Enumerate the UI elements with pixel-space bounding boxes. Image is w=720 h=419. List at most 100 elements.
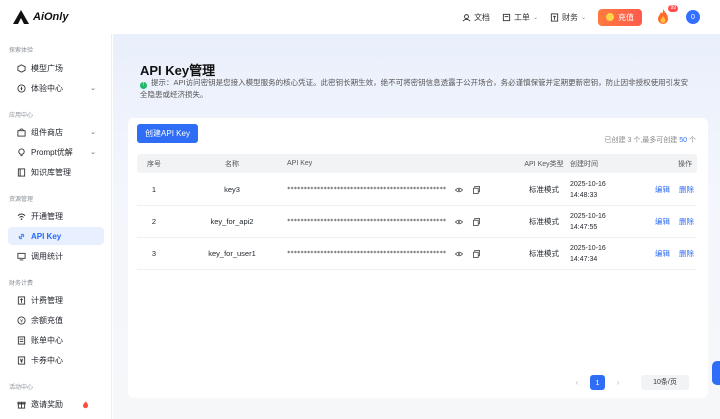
tickets-menu[interactable]: 工单 ⌄ xyxy=(502,12,538,23)
row-time: 2025-10-16 14:47:55 xyxy=(570,206,630,237)
delete-button[interactable]: 删除 xyxy=(679,248,694,259)
hot-fire-icon xyxy=(83,400,88,408)
sidebar-item-label: 开通管理 xyxy=(31,211,63,221)
create-api-key-button[interactable]: 创建API Key xyxy=(137,124,198,143)
row-clock: 14:48:33 xyxy=(570,191,598,199)
header-time: 创建时间 xyxy=(570,160,598,168)
page-size-select[interactable]: 10条/页 xyxy=(641,374,689,390)
sidebar-item-bills[interactable]: 账单中心 xyxy=(8,331,104,349)
sidebar-item-knowledge[interactable]: 知识库管理 xyxy=(8,163,104,181)
sidebar-item-label: API Key xyxy=(31,231,62,241)
coupon-icon xyxy=(17,355,26,365)
row-ops: 编辑 删除 xyxy=(642,174,697,205)
notify-badge: 99 xyxy=(668,5,678,12)
compass-icon xyxy=(17,83,26,93)
tickets-label: 工单 xyxy=(513,12,530,22)
floating-side-tab[interactable] xyxy=(712,361,720,385)
row-type: 标准模式 xyxy=(529,249,559,258)
copy-icon[interactable] xyxy=(471,206,481,237)
quota-suffix: 个 xyxy=(689,137,696,144)
sidebar-item-label: 组件商店 xyxy=(31,127,63,137)
group-title-resources: 资源管理 xyxy=(9,197,34,203)
tip-text: 提示：API访问密钥是您接入模型服务的核心凭证。此密钥长期生效，绝不可将密钥信息… xyxy=(140,78,689,99)
group-title-apps: 应用中心 xyxy=(9,113,34,119)
row-index: 3 xyxy=(151,249,157,258)
sidebar-item-label: Prompt优解 xyxy=(31,147,73,157)
sidebar-item-coupons[interactable]: 卡券中心 xyxy=(8,351,104,369)
quota-max: 50 xyxy=(679,137,688,144)
group-title-explore: 探索体验 xyxy=(9,48,34,54)
sidebar-item-prompt[interactable]: Prompt优解 ⌄ xyxy=(8,143,104,161)
chevron-down-icon: ⌄ xyxy=(580,14,586,21)
sidebar-item-label: 计费管理 xyxy=(31,295,63,305)
next-page-icon[interactable]: › xyxy=(609,378,627,387)
sidebar-item-model-square[interactable]: 模型广场 xyxy=(8,59,104,77)
delete-button[interactable]: 删除 xyxy=(679,184,694,195)
sidebar-item-invite[interactable]: 邀请奖励 xyxy=(8,395,104,413)
billing-icon xyxy=(17,295,26,305)
sidebar-item-usage-stats[interactable]: 调用统计 xyxy=(8,247,104,265)
edit-button[interactable]: 编辑 xyxy=(655,216,670,227)
row-ops: 编辑 删除 xyxy=(642,206,697,237)
top-bar: AiOnly 文档 工单 ⌄ 财务 ⌄ 充值 99 0 xyxy=(0,0,720,34)
row-name: key_for_user1 xyxy=(208,249,256,258)
sidebar-item-label: 卡券中心 xyxy=(31,355,63,365)
sidebar-item-label: 余额充值 xyxy=(31,315,63,325)
eye-icon[interactable] xyxy=(454,238,464,269)
row-time: 2025-10-16 14:47:34 xyxy=(570,238,630,269)
avatar[interactable]: 0 xyxy=(686,10,700,24)
sidebar-item-component-store[interactable]: 组件商店 ⌄ xyxy=(8,123,104,141)
api-key-card: 创建API Key 已创建 3 个,最多可创建 50 个 序号 名称 API K… xyxy=(128,118,708,398)
header-key: API Key xyxy=(287,160,313,167)
row-clock: 14:47:55 xyxy=(570,223,598,231)
sidebar: 探索体验 模型广场 体验中心 ⌄ 应用中心 组件商店 ⌄ Prompt优解 ⌄ … xyxy=(0,34,112,419)
delete-button[interactable]: 删除 xyxy=(679,216,694,227)
eye-icon[interactable] xyxy=(454,206,464,237)
sidebar-item-label: 模型广场 xyxy=(31,63,63,73)
copy-icon[interactable] xyxy=(471,238,481,269)
finance-label: 财务 xyxy=(561,12,578,22)
group-title-finance: 财务计费 xyxy=(9,281,34,287)
finance-menu[interactable]: 财务 ⌄ xyxy=(550,12,586,23)
sidebar-item-label: 体验中心 xyxy=(31,83,63,93)
edit-button[interactable]: 编辑 xyxy=(655,248,670,259)
prev-page-icon[interactable]: ‹ xyxy=(568,378,586,387)
quota-mid: 个,最多可创建 xyxy=(633,137,678,144)
eye-icon[interactable] xyxy=(454,174,464,205)
finance-icon xyxy=(550,12,559,22)
quota-text: 已创建 3 个,最多可创建 50 个 xyxy=(605,135,696,145)
sidebar-item-experience[interactable]: 体验中心 ⌄ xyxy=(8,79,104,97)
sidebar-item-label: 知识库管理 xyxy=(31,167,71,177)
gift-icon xyxy=(17,401,26,409)
header-name: 名称 xyxy=(225,160,239,168)
brand-logo[interactable]: AiOnly xyxy=(12,9,68,25)
row-index: 2 xyxy=(151,217,157,226)
row-ops: 编辑 删除 xyxy=(642,238,697,269)
docs-link[interactable]: 文档 xyxy=(462,12,490,23)
sidebar-item-label: 账单中心 xyxy=(31,335,63,345)
sidebar-item-balance[interactable]: ¥ 余额充值 xyxy=(8,311,104,329)
row-name: key_for_api2 xyxy=(210,217,254,226)
header-index: 序号 xyxy=(147,160,161,168)
svg-text:¥: ¥ xyxy=(20,318,23,324)
row-time: 2025-10-16 14:48:33 xyxy=(570,174,630,205)
row-name: key3 xyxy=(224,185,240,194)
coin-icon xyxy=(606,13,614,21)
sidebar-item-api-key[interactable]: API Key xyxy=(8,227,104,245)
coin-icon: ¥ xyxy=(17,315,26,325)
page-current[interactable]: 1 xyxy=(590,374,605,390)
recharge-button[interactable]: 充值 xyxy=(598,8,642,26)
sidebar-item-activation[interactable]: 开通管理 xyxy=(8,207,104,225)
sidebar-item-label: 调用统计 xyxy=(31,251,63,261)
row-clock: 14:47:34 xyxy=(570,255,598,263)
activity-fire-button[interactable]: 99 xyxy=(656,5,678,26)
row-date: 2025-10-16 xyxy=(570,180,606,188)
table-row: 1 key3 *********************************… xyxy=(137,174,697,206)
edit-button[interactable]: 编辑 xyxy=(655,184,670,195)
copy-icon[interactable] xyxy=(471,174,481,205)
cube-icon xyxy=(17,63,26,73)
sidebar-item-label: 邀请奖励 xyxy=(31,399,63,409)
chevron-down-icon: ⌄ xyxy=(90,149,96,156)
monitor-icon xyxy=(17,252,26,260)
sidebar-item-billing[interactable]: 计费管理 xyxy=(8,291,104,309)
